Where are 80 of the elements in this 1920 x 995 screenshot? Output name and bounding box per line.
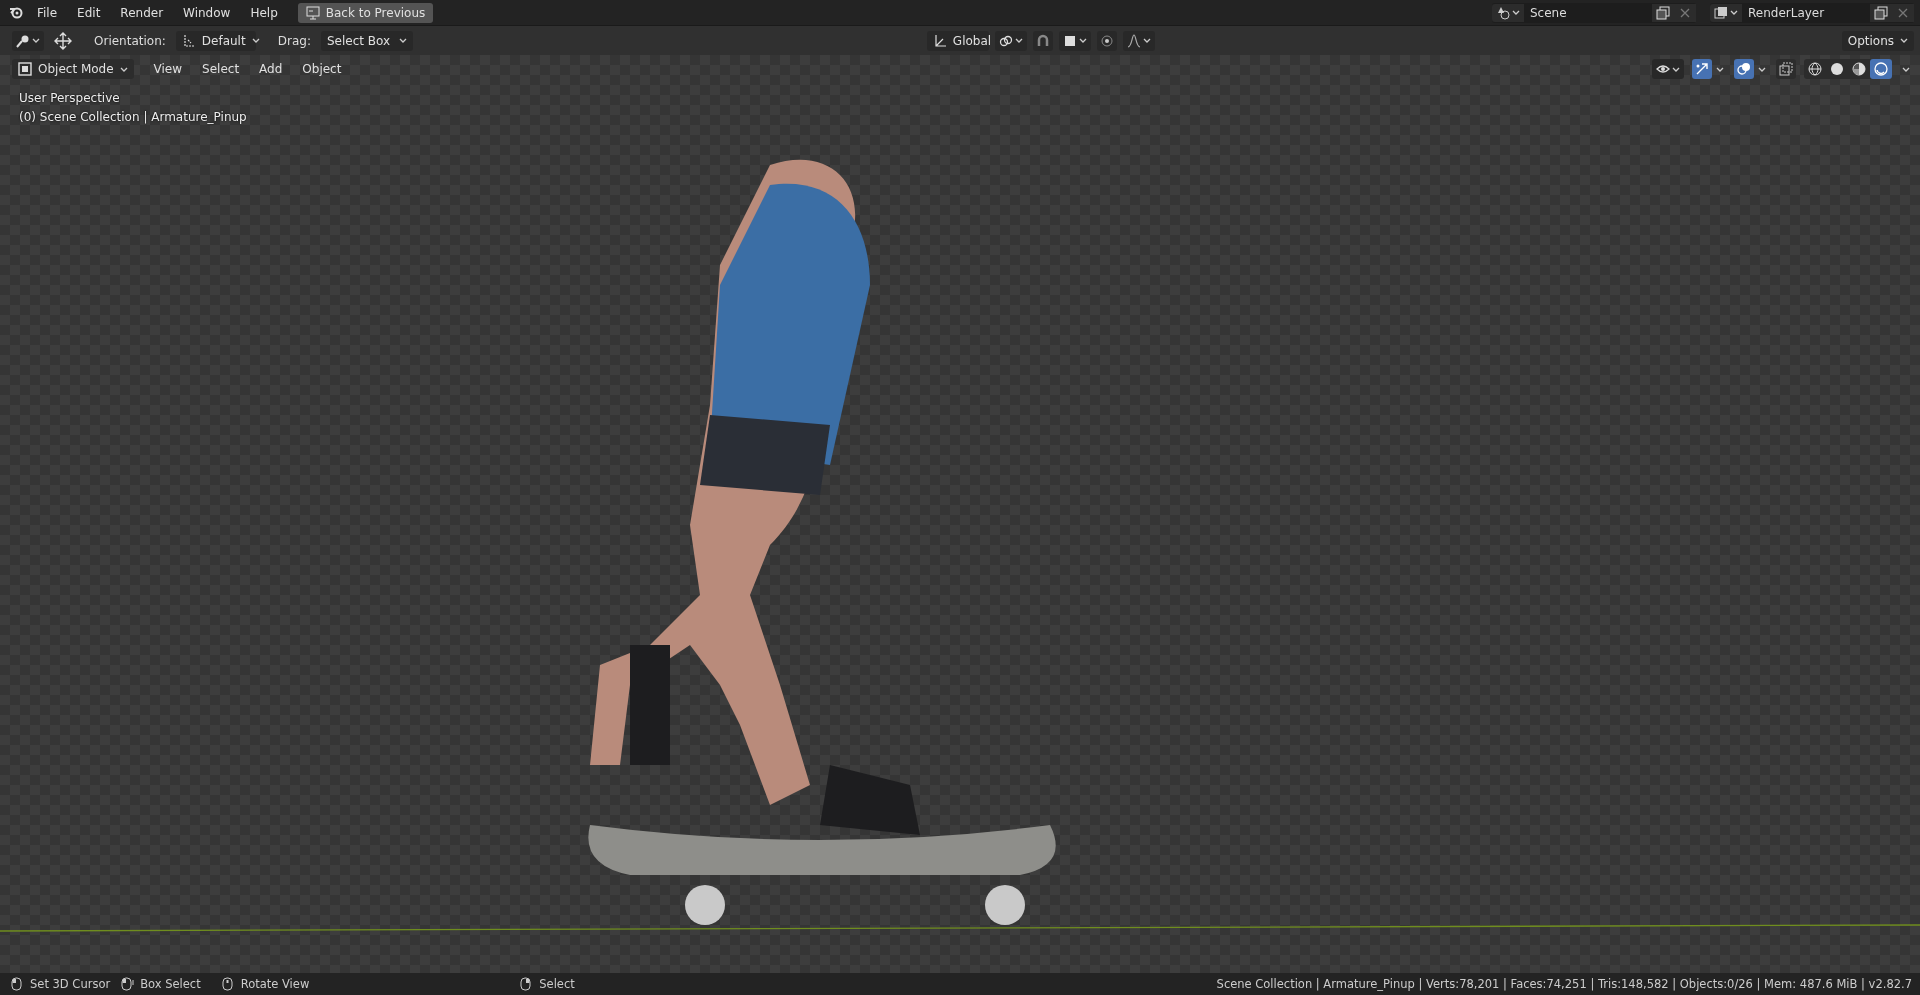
drag-label: Drag: <box>277 33 311 48</box>
image-layers-icon <box>1714 5 1728 20</box>
menu-item[interactable]: Edit <box>69 3 109 22</box>
object-mode-icon <box>18 62 32 76</box>
view-name: User Perspective <box>19 91 120 105</box>
close-button[interactable] <box>1892 3 1914 22</box>
half-sphere-icon <box>1852 62 1866 76</box>
active-collection-text: (0) Scene Collection | Armature_Pinup <box>19 110 247 124</box>
shaded-sphere-icon <box>1874 62 1888 76</box>
caret-icon <box>1716 65 1724 73</box>
mode-dropdown[interactable]: Object Mode <box>12 59 134 79</box>
shortcut-hint: Set 3D Cursor <box>30 977 111 991</box>
wire-sphere-icon <box>1808 62 1822 76</box>
arrows-icon <box>1695 62 1709 76</box>
curve-icon <box>1126 33 1141 48</box>
back-to-previous-button[interactable]: Back to Previous <box>297 2 434 23</box>
caret-icon <box>1672 65 1680 73</box>
duplicate-button[interactable] <box>1870 3 1892 22</box>
menu-item[interactable]: Window <box>175 3 239 22</box>
caret-icon <box>1900 37 1908 44</box>
tool-icon <box>16 33 30 48</box>
menu-item[interactable]: Select <box>194 60 248 78</box>
falloff-selector[interactable] <box>1122 30 1155 51</box>
overlapping-circles-icon <box>1737 62 1751 76</box>
gizmo-toggle[interactable] <box>1692 59 1712 79</box>
snap-toggle[interactable] <box>1032 30 1053 51</box>
scene-icon <box>1496 5 1510 20</box>
shortcut-hint: Box Select <box>140 977 201 991</box>
shortcut-hint: Rotate View <box>240 977 310 991</box>
menu-item[interactable]: Help <box>242 3 286 22</box>
caret-icon <box>1078 37 1087 44</box>
mouse-icon <box>519 977 534 991</box>
drag-dropdown[interactable]: Select Box <box>321 30 413 51</box>
snap-target-selector[interactable] <box>1058 30 1091 51</box>
link-icon <box>998 33 1013 48</box>
pivot-point-selector[interactable] <box>994 30 1027 51</box>
caret-icon <box>1142 37 1151 44</box>
close-button[interactable] <box>1674 3 1696 22</box>
menu-item[interactable]: File <box>29 3 66 22</box>
scene-statistics: Scene Collection | Armature_Pinup | Verts:78,201 | Faces:74,251 | Tris:148,582 | Objects:0/26 | Mem: 487.6 MiB | v2.82.7 <box>1216 977 1912 991</box>
visibility-selector[interactable] <box>1652 59 1684 79</box>
image-layers-selector[interactable] <box>1710 3 1742 22</box>
caret-icon <box>399 37 407 44</box>
square-icon <box>1062 33 1077 48</box>
options-dropdown[interactable]: Options <box>1841 30 1914 51</box>
menu-item[interactable]: Render <box>112 3 172 22</box>
shortcut-hint: Select <box>539 977 575 991</box>
copy-icon <box>1874 5 1888 20</box>
overlay-toggle[interactable] <box>1734 59 1754 79</box>
xray-toggle[interactable] <box>1776 59 1796 79</box>
scene-selector[interactable] <box>1492 3 1524 22</box>
move-icon <box>54 31 72 50</box>
caret-icon <box>32 37 40 44</box>
copy-icon <box>1656 5 1670 20</box>
caret-icon <box>1730 9 1738 16</box>
menu-item[interactable]: Object <box>294 60 350 78</box>
proportional-editing-toggle[interactable] <box>1096 30 1117 51</box>
xray-icon <box>1779 62 1793 76</box>
axes-icon <box>932 33 947 48</box>
caret-icon <box>1014 37 1023 44</box>
menu-item[interactable]: View <box>145 60 191 78</box>
caret-icon <box>251 37 260 44</box>
caret-icon <box>119 65 128 73</box>
magnet-icon <box>1035 33 1050 48</box>
caret-icon <box>1758 65 1766 73</box>
rendered-shading-button[interactable] <box>1870 59 1892 79</box>
mouse-icon <box>120 977 135 991</box>
axes-icon <box>181 33 196 48</box>
screen-icon <box>305 5 320 20</box>
orientation-label: Orientation: <box>94 33 166 48</box>
caret-icon <box>1512 9 1520 16</box>
caret-icon <box>1902 65 1910 73</box>
target-icon <box>1099 33 1114 48</box>
mouse-icon <box>220 977 235 991</box>
menu-item[interactable]: Add <box>251 60 291 78</box>
eye-icon <box>1656 62 1670 76</box>
mouse-icon <box>10 977 24 991</box>
tool-selector[interactable] <box>12 30 44 51</box>
duplicate-button[interactable] <box>1652 3 1674 22</box>
solid-sphere-icon <box>1830 62 1844 76</box>
